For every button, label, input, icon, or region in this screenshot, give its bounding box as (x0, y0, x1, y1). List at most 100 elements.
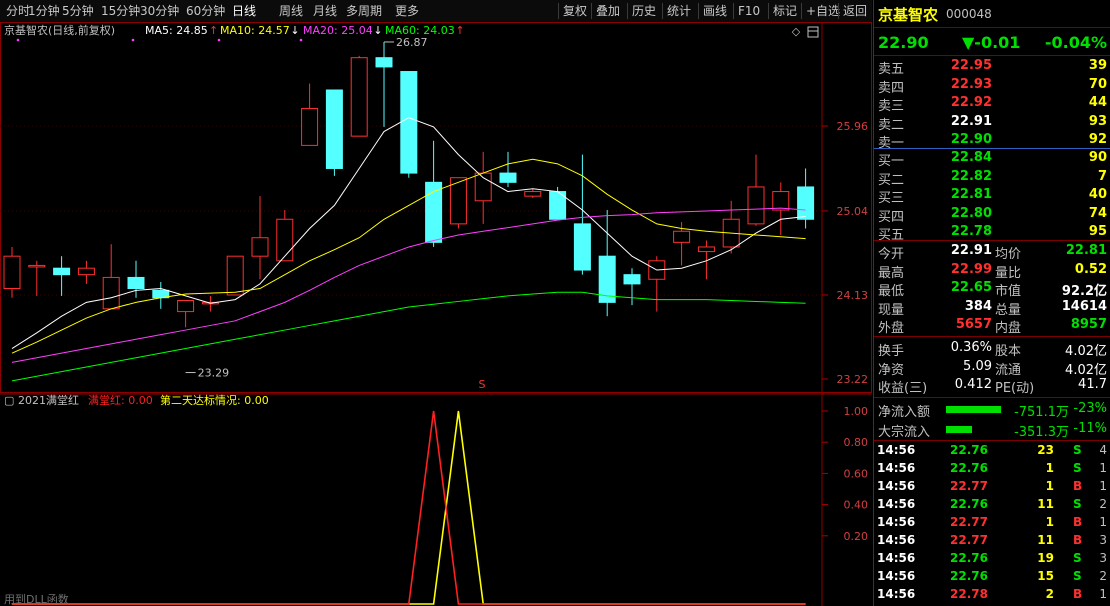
fund-value-0-a: 0.36% (950, 340, 992, 355)
ma-legend-arrow-0: ↑ (209, 24, 218, 37)
panel-divider (874, 240, 1110, 241)
candle[interactable] (77, 267, 95, 276)
toolbar-btn-2[interactable]: 历史 (632, 0, 656, 22)
toolbar-btn-7[interactable]: +自选 (806, 0, 840, 22)
candle[interactable] (623, 274, 641, 285)
toolbar-btn-5[interactable]: F10 (738, 0, 760, 22)
indicator-footer: 用到DLL函数 (4, 593, 69, 606)
fund-value-2-b: 41.7 (1078, 377, 1107, 392)
period-tab-10[interactable]: 更多 (395, 0, 419, 22)
toolbar-btn-4[interactable]: 画线 (703, 0, 727, 22)
tick-volume-4: 1 (1045, 515, 1054, 529)
candle[interactable] (102, 276, 120, 310)
toolbar-btn-3[interactable]: 统计 (667, 0, 691, 22)
candle[interactable] (499, 172, 517, 183)
legend-dot (16, 38, 20, 42)
candle[interactable] (28, 264, 46, 268)
candle[interactable] (697, 246, 715, 253)
indicator-name: 2021满堂红 (18, 394, 79, 407)
period-tab-3[interactable]: 15分钟 (101, 0, 140, 22)
low-price-label: 23.29 (198, 367, 230, 380)
indicator-tick-label: 0.40 (844, 499, 869, 512)
fund-label-1-a: 净资 (878, 362, 905, 378)
bid-volume-3: 74 (1088, 205, 1107, 221)
toolbar-btn-8[interactable]: 返回 (843, 0, 867, 22)
tick-count-7: 2 (1099, 569, 1107, 583)
candle[interactable] (400, 71, 418, 174)
period-tab-7[interactable]: 周线 (279, 0, 303, 22)
period-tab-4[interactable]: 30分钟 (140, 0, 179, 22)
period-tab-9[interactable]: 多周期 (346, 0, 382, 22)
toolbar-btn-6[interactable]: 标记 (773, 0, 797, 22)
candle[interactable] (524, 191, 542, 197)
tick-count-8: 1 (1099, 587, 1107, 601)
bid-volume-0: 90 (1088, 150, 1107, 165)
tick-count-3: 2 (1099, 497, 1107, 511)
tick-side-5: B (1073, 533, 1083, 547)
candle[interactable] (177, 300, 195, 313)
tick-price-8: 22.78 (950, 587, 988, 601)
tick-side-3: S (1073, 497, 1082, 511)
ma-legend-0: MA5: 24.85 (145, 24, 208, 37)
tick-volume-0: 23 (1037, 443, 1054, 457)
candle[interactable] (3, 255, 21, 290)
ask-volume-3: 93 (1088, 113, 1107, 129)
period-tab-0[interactable]: 分时 (6, 0, 30, 22)
tick-count-2: 1 (1099, 479, 1107, 493)
stat-label-1-b: 量比 (995, 265, 1022, 281)
diamond-icon[interactable]: ◇ (792, 25, 801, 38)
flow-pct-0: -23% (1073, 401, 1107, 416)
period-tab-6[interactable]: 日线 (232, 0, 256, 22)
candle[interactable] (797, 186, 815, 220)
kline-chart[interactable]: 25.96 25.04 24.13 23.22 京基智农(日线,前复权) MA5: 24.… (0, 22, 872, 606)
candle[interactable] (276, 218, 294, 262)
stock-code: 000048 (946, 7, 992, 21)
fund-label-0-b: 股本 (995, 344, 1022, 359)
candle[interactable] (673, 230, 691, 243)
tick-side-0: S (1073, 443, 1082, 457)
tick-volume-5: 11 (1037, 533, 1054, 547)
candle[interactable] (772, 191, 790, 211)
candle[interactable] (350, 57, 368, 137)
tick-side-6: S (1073, 551, 1082, 565)
ask-price-2: 22.92 (950, 95, 992, 110)
candle[interactable] (747, 186, 765, 225)
indicator-line2-legend: 第二天达标情况: 0.00 (160, 393, 269, 407)
candle[interactable] (375, 57, 393, 68)
tick-side-8: B (1073, 587, 1083, 601)
tick-price-5: 22.77 (950, 533, 988, 547)
toolbar-btn-1[interactable]: 叠加 (596, 0, 620, 22)
candle[interactable] (301, 107, 319, 146)
bid-price-1: 22.82 (950, 168, 992, 184)
period-tab-2[interactable]: 5分钟 (62, 0, 94, 22)
bid-label-2: 买三 (878, 191, 905, 206)
price-change: ▼-0.01 (962, 33, 1021, 52)
tick-volume-8: 2 (1045, 587, 1054, 601)
ask-volume-4: 92 (1088, 132, 1107, 147)
indicator-tick-label: 0.60 (844, 467, 869, 480)
ask-label-2: 卖三 (878, 99, 905, 114)
price-tick-label: 23.22 (837, 373, 869, 386)
candle[interactable] (226, 255, 244, 296)
period-tab-1[interactable]: 1分钟 (28, 0, 60, 22)
tick-time-0: 14:56 (877, 443, 916, 457)
candle[interactable] (127, 276, 145, 290)
stat-value-0-b: 22.81 (1065, 243, 1107, 258)
candle[interactable] (325, 89, 343, 169)
candle[interactable] (251, 237, 269, 257)
tick-volume-6: 19 (1037, 551, 1054, 565)
tick-time-2: 14:56 (877, 479, 916, 493)
ma-legend-arrow-2: ↓ (373, 24, 382, 37)
chart-legend-title: 京基智农(日线,前复权) (4, 23, 115, 37)
candle[interactable] (53, 267, 71, 276)
toolbar-btn-0[interactable]: 复权 (563, 0, 587, 22)
stat-label-2-b: 市值 (995, 284, 1022, 299)
period-tab-5[interactable]: 60分钟 (186, 0, 225, 22)
panel-divider (874, 336, 1110, 337)
candle[interactable] (573, 223, 591, 271)
flow-bar-0 (946, 406, 1002, 413)
tick-time-8: 14:56 (877, 587, 916, 601)
period-tab-8[interactable]: 月线 (313, 0, 337, 22)
window-toggle-icon[interactable] (807, 26, 819, 38)
price-tick-label: 25.96 (837, 120, 869, 133)
